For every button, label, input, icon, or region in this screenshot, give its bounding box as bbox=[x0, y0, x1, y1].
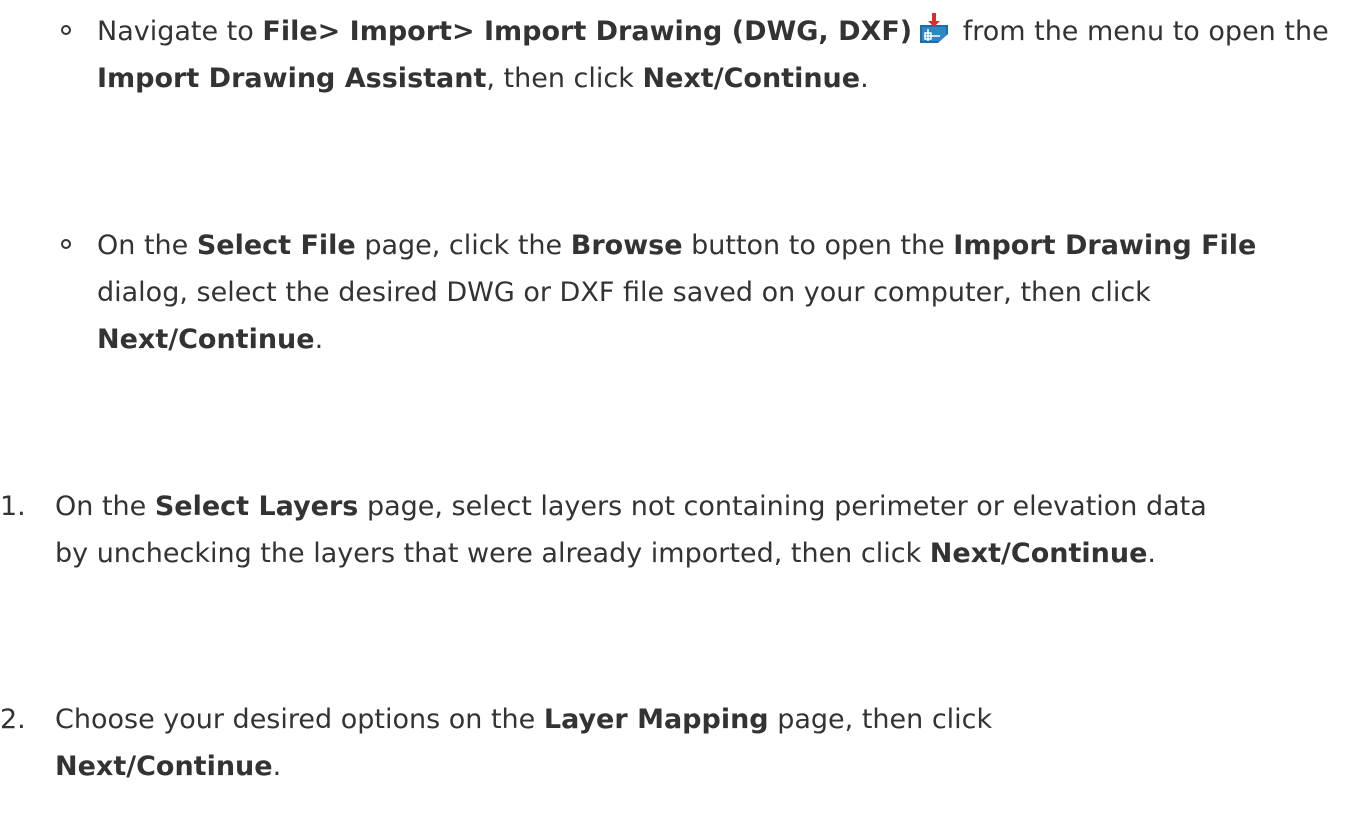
step-text-segment: dialog, select the desired DWG or DXF fi… bbox=[97, 277, 1151, 308]
bullet-marker bbox=[61, 25, 71, 35]
browse-button-label: Browse bbox=[570, 230, 683, 261]
step-text: Navigate to File> Import> Import Drawing… bbox=[97, 8, 1347, 102]
step-text: Choose your desired options on the Layer… bbox=[55, 696, 1245, 790]
step-text-segment: . bbox=[1147, 538, 1156, 569]
page-name-label: Layer Mapping bbox=[543, 704, 769, 735]
step-text-segment: , then click bbox=[486, 63, 643, 94]
step-text-segment: . bbox=[272, 751, 282, 782]
dialog-name-label: Import Drawing File bbox=[953, 230, 1257, 261]
step-text-segment: button to open the bbox=[682, 230, 954, 261]
page-name-label: Select Layers bbox=[154, 491, 359, 522]
menu-path-label: File> Import> Import Drawing (DWG, DXF) bbox=[262, 16, 913, 47]
step-text-segment: . bbox=[860, 63, 869, 94]
step-text-segment: from the menu to open the bbox=[954, 16, 1329, 47]
step-number: 2. bbox=[0, 704, 26, 735]
bullet-marker bbox=[61, 239, 71, 249]
step-number: 1. bbox=[0, 491, 26, 522]
next-continue-label: Next/Continue bbox=[642, 63, 861, 94]
next-continue-label: Next/Continue bbox=[97, 324, 315, 355]
step-text-segment: . bbox=[314, 324, 324, 355]
step-text: On the Select Layers page, select layers… bbox=[55, 483, 1245, 577]
step-text-segment: On the bbox=[55, 491, 155, 522]
assistant-name-label: Import Drawing Assistant bbox=[97, 63, 487, 94]
next-continue-label: Next/Continue bbox=[55, 751, 273, 782]
step-text-segment: Choose your desired options on the bbox=[55, 704, 544, 735]
step-text-segment: Navigate to bbox=[97, 16, 263, 47]
next-continue-label: Next/Continue bbox=[929, 538, 1148, 569]
step-text-segment: On the bbox=[97, 230, 197, 261]
step-text-segment: page, then click bbox=[768, 704, 993, 735]
page-name-label: Select File bbox=[196, 230, 356, 261]
step-text: On the Select File page, click the Brows… bbox=[97, 222, 1347, 363]
import-drawing-icon bbox=[918, 12, 950, 44]
step-text-segment: page, click the bbox=[355, 230, 571, 261]
